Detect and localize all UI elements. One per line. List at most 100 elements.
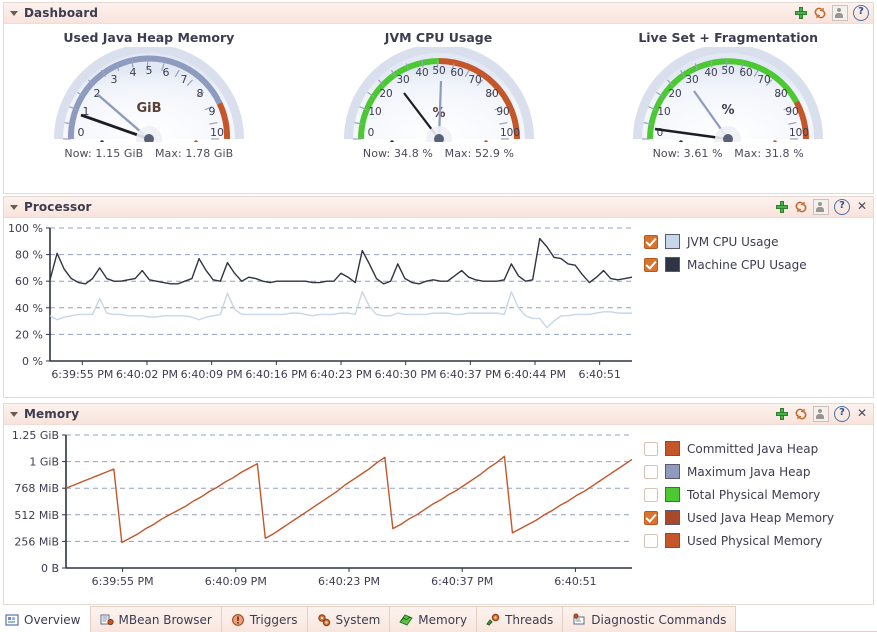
close-icon[interactable]: ✕: [855, 200, 869, 214]
tab-label: Triggers: [249, 612, 298, 627]
svg-text:GiB: GiB: [136, 101, 161, 116]
legend-checkbox[interactable]: [644, 510, 658, 525]
svg-text:6:40:44 PM: 6:40:44 PM: [504, 368, 566, 381]
legend-label: Used Physical Memory: [687, 533, 823, 548]
legend-item[interactable]: JVM CPU Usage: [644, 230, 807, 253]
memory-toolbar: ? ✕: [775, 406, 869, 422]
dashboard-toolbar: ?: [794, 5, 869, 21]
svg-text:6:40:16 PM: 6:40:16 PM: [245, 368, 307, 381]
refresh-icon[interactable]: [794, 407, 808, 421]
dashboard-header: Dashboard ?: [4, 3, 873, 24]
refresh-icon[interactable]: [794, 200, 808, 214]
tab-diagnostic-commands[interactable]: Diagnostic Commands: [562, 606, 737, 632]
svg-text:6: 6: [162, 66, 169, 79]
svg-text:80: 80: [774, 88, 787, 100]
dashboard-section: Dashboard ? Used Java Heap Memory 0 1 2 …: [3, 2, 874, 194]
processor-body: 0 % 20 % 40 % 60 % 80 % 100 % 6:39:55 PM 6:40:0…: [4, 218, 873, 396]
svg-text:6:40:51: 6:40:51: [578, 368, 620, 381]
tab-overview[interactable]: Overview: [0, 606, 91, 632]
svg-text:5: 5: [145, 64, 152, 77]
tab-label: Overview: [24, 612, 81, 627]
svg-text:6:40:23 PM: 6:40:23 PM: [318, 575, 380, 588]
gauge-dial: 01020 304050 607080 90100 %: [304, 47, 574, 142]
legend-item[interactable]: Total Physical Memory: [644, 483, 834, 506]
gauge-live-set-fragmentation: Live Set + Fragmentation 0 10 20 30 40 5…: [583, 24, 873, 192]
processor-header: Processor ? ✕: [4, 197, 873, 218]
svg-text:30: 30: [685, 74, 698, 86]
svg-text:9: 9: [208, 105, 215, 118]
svg-text:10: 10: [368, 106, 381, 118]
legend-checkbox[interactable]: [644, 441, 658, 456]
overview-icon: [5, 613, 19, 627]
memory-chart[interactable]: 0 B 256 MiB 512 MiB 768 MiB 1 GiB 1.25 GiB 6:3…: [4, 425, 636, 603]
svg-text:40: 40: [704, 67, 717, 79]
gauge-title: JVM CPU Usage: [384, 30, 493, 45]
svg-text:6:39:55 PM: 6:39:55 PM: [51, 368, 113, 381]
gauge-title: Live Set + Fragmentation: [638, 30, 819, 45]
memory-title: Memory: [24, 407, 80, 421]
tab-mbean-browser[interactable]: MBean Browser: [89, 606, 222, 632]
memory-legend: Committed Java Heap Maximum Java Heap To…: [636, 425, 834, 603]
processor-legend: JVM CPU Usage Machine CPU Usage: [636, 218, 807, 396]
svg-text:70: 70: [757, 74, 770, 86]
add-icon[interactable]: [794, 6, 808, 20]
svg-text:20 %: 20 %: [15, 328, 43, 341]
tab-label: Memory: [418, 612, 468, 627]
refresh-icon[interactable]: [813, 6, 827, 20]
svg-text:90: 90: [785, 106, 798, 118]
processor-chart[interactable]: 0 % 20 % 40 % 60 % 80 % 100 % 6:39:55 PM 6:40:0…: [4, 218, 636, 396]
legend-checkbox[interactable]: [644, 533, 658, 548]
tab-threads[interactable]: Threads: [476, 606, 564, 632]
diagnostic-icon: [572, 613, 586, 627]
help-icon[interactable]: ?: [853, 5, 869, 21]
svg-text:%: %: [722, 103, 735, 118]
gauge-used-java-heap-memory: Used Java Heap Memory 0 1 2 3 4 5 6 7 8 …: [4, 24, 294, 192]
processor-collapse-twisty[interactable]: [10, 204, 18, 210]
legend-checkbox[interactable]: [644, 234, 658, 249]
legend-label: JVM CPU Usage: [687, 234, 779, 249]
legend-item[interactable]: Used Physical Memory: [644, 529, 834, 552]
tab-memory[interactable]: Memory: [389, 606, 478, 632]
tab-label: MBean Browser: [118, 612, 212, 627]
trigger-icon: [231, 613, 245, 627]
add-icon[interactable]: [775, 200, 789, 214]
gauge-dial: 012 345 678 9 10 GiB: [14, 47, 284, 142]
tab-system[interactable]: System: [306, 606, 391, 632]
gauge-now-label: Now: 1.15 GiB: [64, 147, 144, 160]
svg-text:30: 30: [396, 74, 409, 86]
svg-text:40: 40: [415, 67, 428, 79]
gauge-container: Used Java Heap Memory 0 1 2 3 4 5 6 7 8 …: [4, 24, 873, 192]
svg-text:100: 100: [789, 127, 809, 139]
svg-text:1 GiB: 1 GiB: [29, 456, 59, 469]
legend-checkbox[interactable]: [644, 464, 658, 479]
dashboard-title: Dashboard: [24, 6, 99, 20]
memory-body: 0 B 256 MiB 512 MiB 768 MiB 1 GiB 1.25 GiB 6:3…: [4, 425, 873, 603]
svg-text:100: 100: [499, 127, 519, 139]
legend-checkbox[interactable]: [644, 257, 658, 272]
mbean-icon: [100, 613, 114, 627]
dashboard-collapse-twisty[interactable]: [10, 10, 18, 16]
legend-item[interactable]: Used Java Heap Memory: [644, 506, 834, 529]
legend-item[interactable]: Machine CPU Usage: [644, 253, 807, 276]
tab-bar: Overview MBean Browser Triggers System M…: [0, 605, 877, 632]
person-icon: [813, 199, 829, 215]
svg-text:0 B: 0 B: [41, 562, 59, 575]
tab-triggers[interactable]: Triggers: [220, 606, 308, 632]
memory-collapse-twisty[interactable]: [10, 411, 18, 417]
legend-color-swatch: [665, 257, 680, 272]
legend-item[interactable]: Committed Java Heap: [644, 437, 834, 460]
legend-checkbox[interactable]: [644, 487, 658, 502]
legend-item[interactable]: Maximum Java Heap: [644, 460, 834, 483]
jmc-overview-page: Dashboard ? Used Java Heap Memory 0 1 2 …: [0, 0, 877, 632]
legend-label: Machine CPU Usage: [687, 257, 807, 272]
svg-text:50: 50: [721, 65, 734, 77]
gauge-jvm-cpu-usage: JVM CPU Usage 0 10 20 30 40 50 60 70 80 …: [294, 24, 584, 192]
close-icon[interactable]: ✕: [855, 407, 869, 421]
help-icon[interactable]: ?: [834, 199, 850, 215]
legend-label: Maximum Java Heap: [687, 464, 811, 479]
gauge-title: Used Java Heap Memory: [63, 30, 235, 45]
add-icon[interactable]: [775, 407, 789, 421]
help-icon[interactable]: ?: [834, 406, 850, 422]
gauge-now-label: Now: 3.61 %: [652, 147, 723, 160]
memory-section: Memory ? ✕ 0 B 256 MiB 512 MiB 768 MiB 1 GiB…: [3, 403, 874, 605]
